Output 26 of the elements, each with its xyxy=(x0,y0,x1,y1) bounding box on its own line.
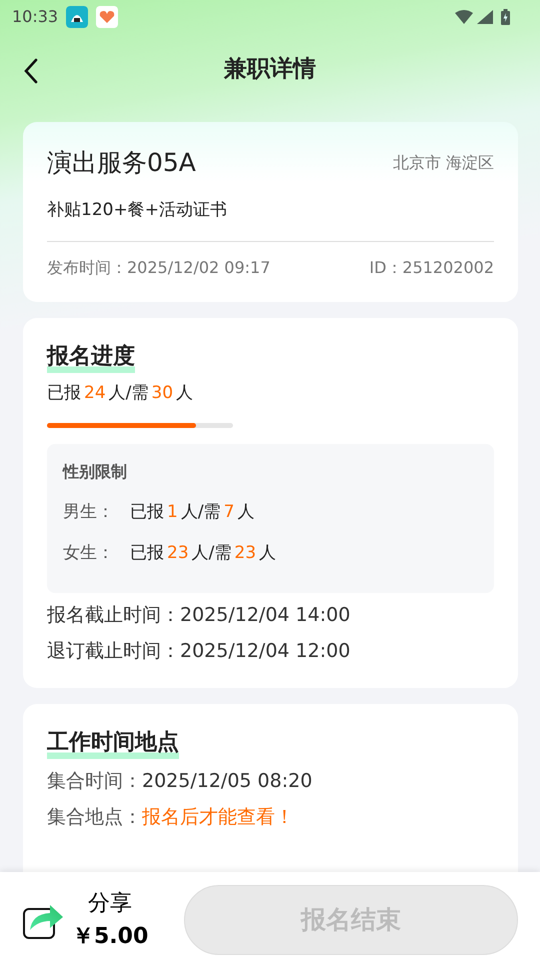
page-title: 兼职详情 xyxy=(224,54,316,84)
wifi-icon xyxy=(455,10,473,24)
job-location: 北京市 海淀区 xyxy=(392,152,494,174)
job-id: ID：251202002 xyxy=(369,257,494,279)
info-label: 集合地点： xyxy=(47,805,142,830)
signal-icon xyxy=(477,10,493,24)
gender-label: 女生： xyxy=(63,542,115,565)
info-label: 集合时间： xyxy=(47,768,142,794)
gender-count: 已报 23 人/需 23 人 xyxy=(130,542,276,565)
info-value: 2025/12/05 08:20 xyxy=(142,768,312,794)
share-label: 分享 xyxy=(87,890,134,918)
gender-label: 男生： xyxy=(63,500,115,524)
deadline-text: 退订截止时间：2025/12/04 12:00 xyxy=(47,639,352,664)
reward-amount: ￥5.00 xyxy=(72,923,148,951)
app-icon xyxy=(66,6,88,28)
job-benefits: 补贴120+餐+活动证书 xyxy=(47,198,228,222)
job-title: 演出服务05A xyxy=(47,147,196,179)
gender-title: 性别限制 xyxy=(63,460,128,482)
info-value: 报名后才能查看！ xyxy=(142,805,294,830)
status-time: 10:33 xyxy=(12,6,58,28)
signup-count: 已报 24 人/需 30 人 xyxy=(47,382,194,405)
gender-count: 已报 1 人/需 7 人 xyxy=(130,500,254,524)
publish-time: 发布时间：2025/12/02 09:17 xyxy=(47,257,270,279)
deadline-text: 报名截止时间：2025/12/04 14:00 xyxy=(47,602,352,628)
back-icon xyxy=(24,58,38,84)
battery-icon xyxy=(501,9,510,25)
